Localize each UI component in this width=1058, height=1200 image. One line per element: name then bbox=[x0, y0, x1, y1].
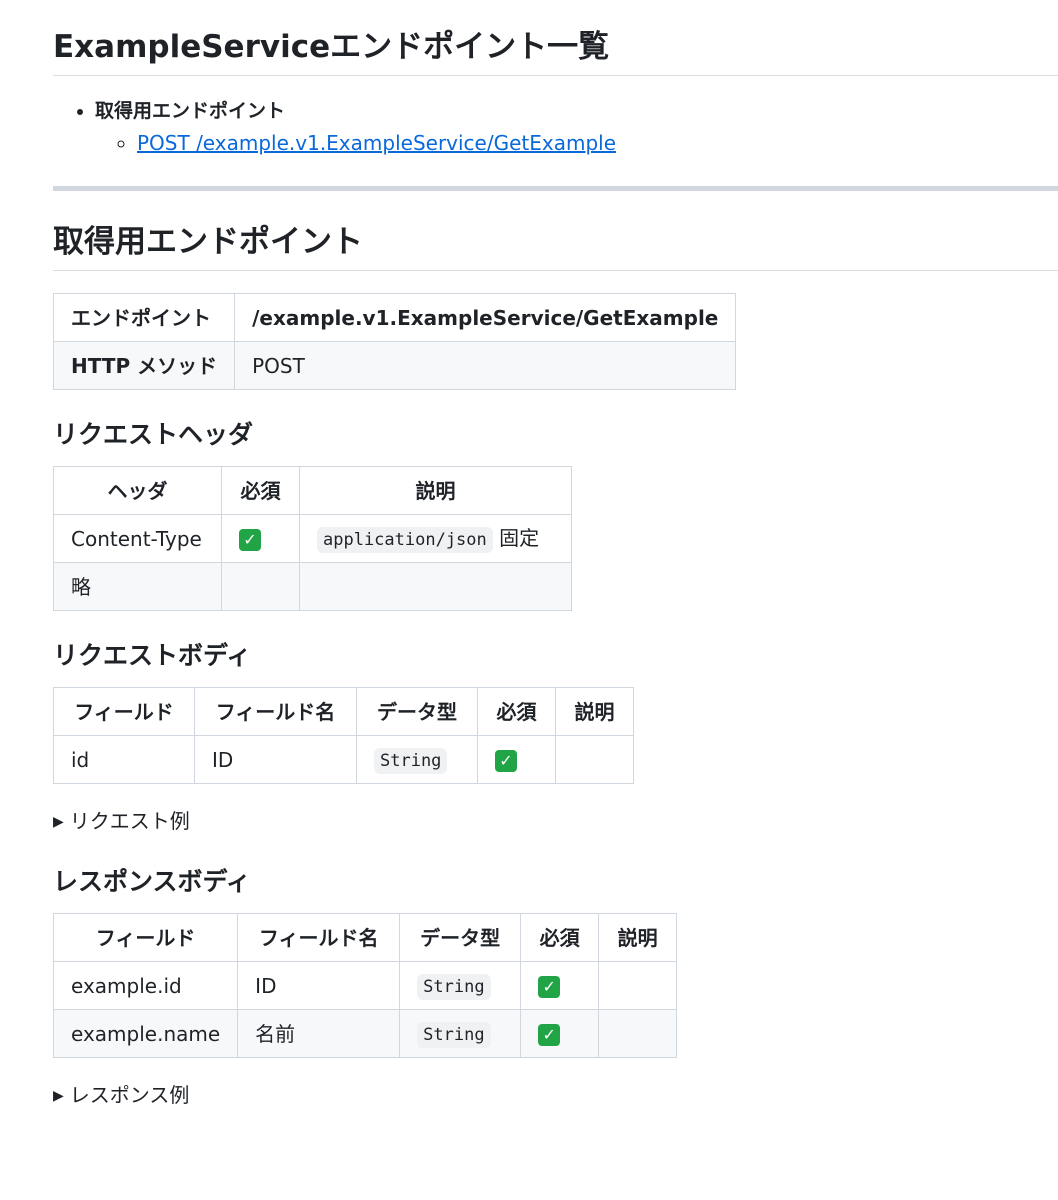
field-name-cell: ID bbox=[237, 961, 401, 1010]
description-cell: application/json 固定 bbox=[299, 514, 572, 563]
column-header: 説明 bbox=[299, 466, 572, 515]
column-header: 必須 bbox=[221, 466, 300, 515]
table-header-row: フィールド フィールド名 データ型 必須 説明 bbox=[52, 913, 678, 962]
field-cell: example.name bbox=[52, 1009, 239, 1058]
column-header: 説明 bbox=[598, 913, 678, 962]
table-header-row: ヘッダ 必須 説明 bbox=[53, 466, 572, 515]
check-icon: ✓ bbox=[538, 976, 561, 998]
toc-section-item: 取得用エンドポイント POST /example.v1.ExampleServi… bbox=[95, 96, 1058, 158]
response-body-table: フィールド フィールド名 データ型 必須 説明 example.id ID St… bbox=[52, 913, 678, 1058]
table-row: HTTP メソッド POST bbox=[52, 341, 737, 390]
column-header: データ型 bbox=[399, 913, 522, 962]
header-name-cell: Content-Type bbox=[53, 514, 222, 563]
field-cell: example.id bbox=[52, 961, 239, 1010]
table-row: id ID String ✓ bbox=[53, 735, 634, 784]
required-cell: ✓ bbox=[520, 961, 600, 1010]
page-title: ExampleServiceエンドポイント一覧 bbox=[53, 22, 1058, 76]
description-cell bbox=[299, 562, 572, 611]
required-cell bbox=[221, 562, 300, 611]
column-header: フィールド名 bbox=[194, 687, 357, 736]
field-name-cell: 名前 bbox=[237, 1009, 401, 1058]
column-header: 必須 bbox=[477, 687, 556, 736]
data-type-cell: String bbox=[399, 961, 522, 1010]
disclosure-triangle-icon: ▶ bbox=[53, 1088, 64, 1104]
section-title: 取得用エンドポイント bbox=[53, 217, 1058, 271]
response-body-heading: レスポンスボディ bbox=[53, 867, 251, 896]
request-body-heading: リクエストボディ bbox=[53, 641, 252, 670]
toc-sublist: POST /example.v1.ExampleService/GetExamp… bbox=[95, 128, 1058, 158]
check-icon: ✓ bbox=[538, 1024, 561, 1046]
description-cell bbox=[598, 961, 678, 1010]
column-header: フィールド bbox=[53, 687, 195, 736]
column-header: データ型 bbox=[356, 687, 478, 736]
description-cell bbox=[555, 735, 634, 784]
required-cell: ✓ bbox=[520, 1009, 600, 1058]
info-value-method: POST bbox=[234, 341, 737, 390]
table-of-contents: 取得用エンドポイント POST /example.v1.ExampleServi… bbox=[53, 96, 1058, 158]
request-header-table: ヘッダ 必須 説明 Content-Type ✓ application/jso… bbox=[53, 466, 572, 611]
request-example-label: リクエスト例 bbox=[69, 809, 190, 833]
field-name-cell: ID bbox=[194, 735, 357, 784]
table-row: 略 bbox=[53, 562, 572, 611]
table-row: Content-Type ✓ application/json 固定 bbox=[53, 514, 572, 563]
description-cell bbox=[598, 1009, 678, 1058]
toc-link-item: POST /example.v1.ExampleService/GetExamp… bbox=[137, 128, 1058, 158]
description-text: 固定 bbox=[492, 526, 540, 551]
response-example-label: レスポンス例 bbox=[69, 1083, 190, 1107]
toc-endpoint-link[interactable]: POST /example.v1.ExampleService/GetExamp… bbox=[137, 131, 616, 155]
required-cell: ✓ bbox=[477, 735, 556, 784]
disclosure-triangle-icon: ▶ bbox=[53, 814, 64, 830]
request-header-heading: リクエストヘッダ bbox=[53, 420, 254, 449]
column-header: ヘッダ bbox=[53, 466, 222, 515]
field-cell: id bbox=[53, 735, 195, 784]
inline-code: String bbox=[417, 974, 491, 1001]
inline-code: String bbox=[374, 748, 448, 775]
info-label-method: HTTP メソッド bbox=[52, 341, 236, 390]
table-row: example.name 名前 String ✓ bbox=[52, 1009, 678, 1058]
data-type-cell: String bbox=[356, 735, 478, 784]
table-row: エンドポイント /example.v1.ExampleService/GetEx… bbox=[52, 293, 737, 342]
column-header: フィールド bbox=[52, 913, 239, 962]
data-type-cell: String bbox=[399, 1009, 522, 1058]
response-example-toggle[interactable]: ▶ レスポンス例 bbox=[53, 1080, 1058, 1111]
table-header-row: フィールド フィールド名 データ型 必須 説明 bbox=[53, 687, 634, 736]
check-icon: ✓ bbox=[495, 750, 517, 772]
document-page: ExampleServiceエンドポイント一覧 取得用エンドポイント POST … bbox=[0, 0, 1058, 1111]
required-cell: ✓ bbox=[221, 514, 300, 563]
header-name-cell: 略 bbox=[53, 562, 222, 611]
info-label-endpoint: エンドポイント bbox=[52, 293, 236, 342]
column-header: フィールド名 bbox=[237, 913, 401, 962]
column-header: 説明 bbox=[555, 687, 634, 736]
section-divider bbox=[53, 186, 1058, 191]
endpoint-info-table: エンドポイント /example.v1.ExampleService/GetEx… bbox=[52, 293, 737, 390]
inline-code: application/json bbox=[317, 527, 493, 554]
check-icon: ✓ bbox=[239, 529, 261, 551]
request-body-table: フィールド フィールド名 データ型 必須 説明 id ID String ✓ bbox=[53, 687, 634, 784]
table-row: example.id ID String ✓ bbox=[52, 961, 678, 1010]
inline-code: String bbox=[417, 1022, 491, 1049]
request-example-toggle[interactable]: ▶ リクエスト例 bbox=[53, 806, 1058, 837]
column-header: 必須 bbox=[520, 913, 600, 962]
info-value-endpoint: /example.v1.ExampleService/GetExample bbox=[234, 293, 737, 342]
toc-section-label: 取得用エンドポイント bbox=[95, 100, 286, 122]
